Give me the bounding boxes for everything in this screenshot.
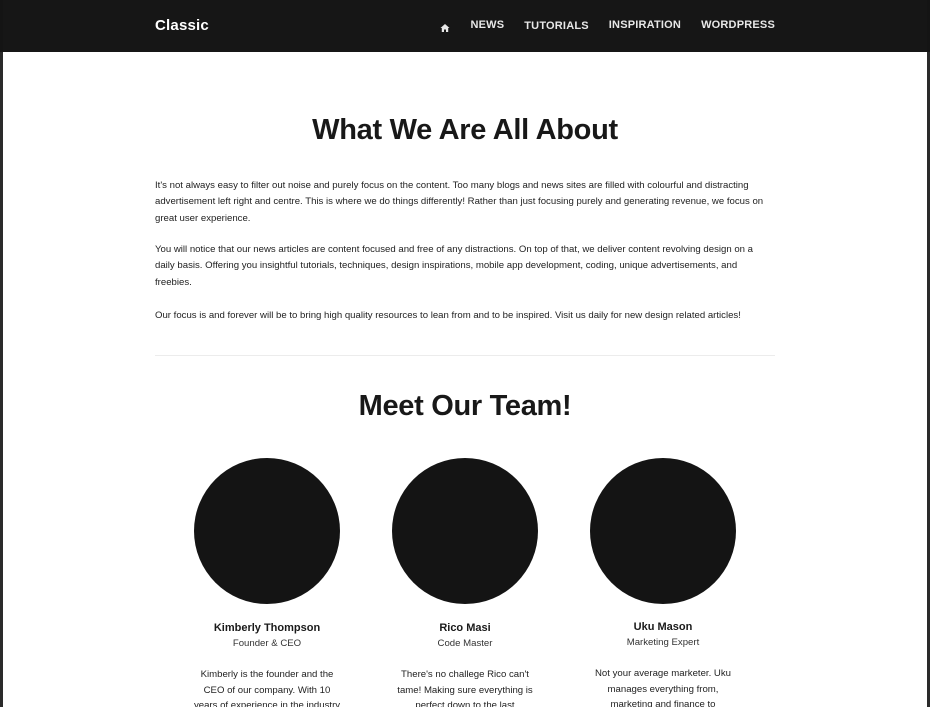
nav-news-link[interactable]: NEWS (470, 18, 504, 32)
nav-wordpress-link[interactable]: WORDPRESS (701, 18, 775, 32)
member-bio: Not your average marketer. Uku manages e… (595, 668, 731, 707)
about-paragraph-2: You will notice that our news articles a… (155, 244, 754, 288)
member-role: Code Master (437, 638, 493, 649)
member-bio: Kimberly is the founder and the CEO of o… (193, 669, 341, 707)
avatar (590, 458, 736, 604)
member-name: Kimberly Thompson (213, 622, 321, 634)
avatar (392, 458, 538, 604)
brand-logo[interactable]: Classic (155, 17, 209, 34)
team-title: Meet Our Team! (358, 390, 572, 422)
member-bio: There's no challege Rico can't tame! Mak… (397, 669, 533, 707)
team-member-card: Kimberly Thompson Founder & CEO Kimberly… (182, 458, 352, 707)
member-role: Marketing Expert (626, 637, 700, 648)
team-member-card: Rico Masi Code Master There's no challeg… (380, 458, 550, 707)
home-icon[interactable] (440, 20, 450, 32)
page-content: What We Are All About It's not always ea… (3, 52, 927, 707)
nav-inspiration-link[interactable]: INSPIRATION (609, 18, 681, 32)
about-paragraph-3: Our focus is and forever will be to brin… (155, 310, 741, 321)
member-name: Uku Mason (633, 621, 693, 633)
nav-tutorials-link[interactable]: TUTORIALS (524, 19, 589, 33)
section-divider (155, 355, 775, 356)
browser-frame: Classic NEWS TUTORIALS INSPIRATION WORDP… (0, 0, 930, 707)
about-title: What We Are All About (312, 114, 618, 146)
team-member-card: Uku Mason Marketing Expert Not your aver… (578, 458, 748, 707)
member-role: Founder & CEO (232, 638, 302, 649)
about-paragraph-1: It's not always easy to filter out noise… (155, 180, 764, 224)
member-name: Rico Masi (439, 622, 491, 634)
top-navbar: Classic NEWS TUTORIALS INSPIRATION WORDP… (3, 0, 927, 52)
main-nav: NEWS TUTORIALS INSPIRATION WORDPRESS (440, 18, 775, 32)
avatar (194, 458, 340, 604)
